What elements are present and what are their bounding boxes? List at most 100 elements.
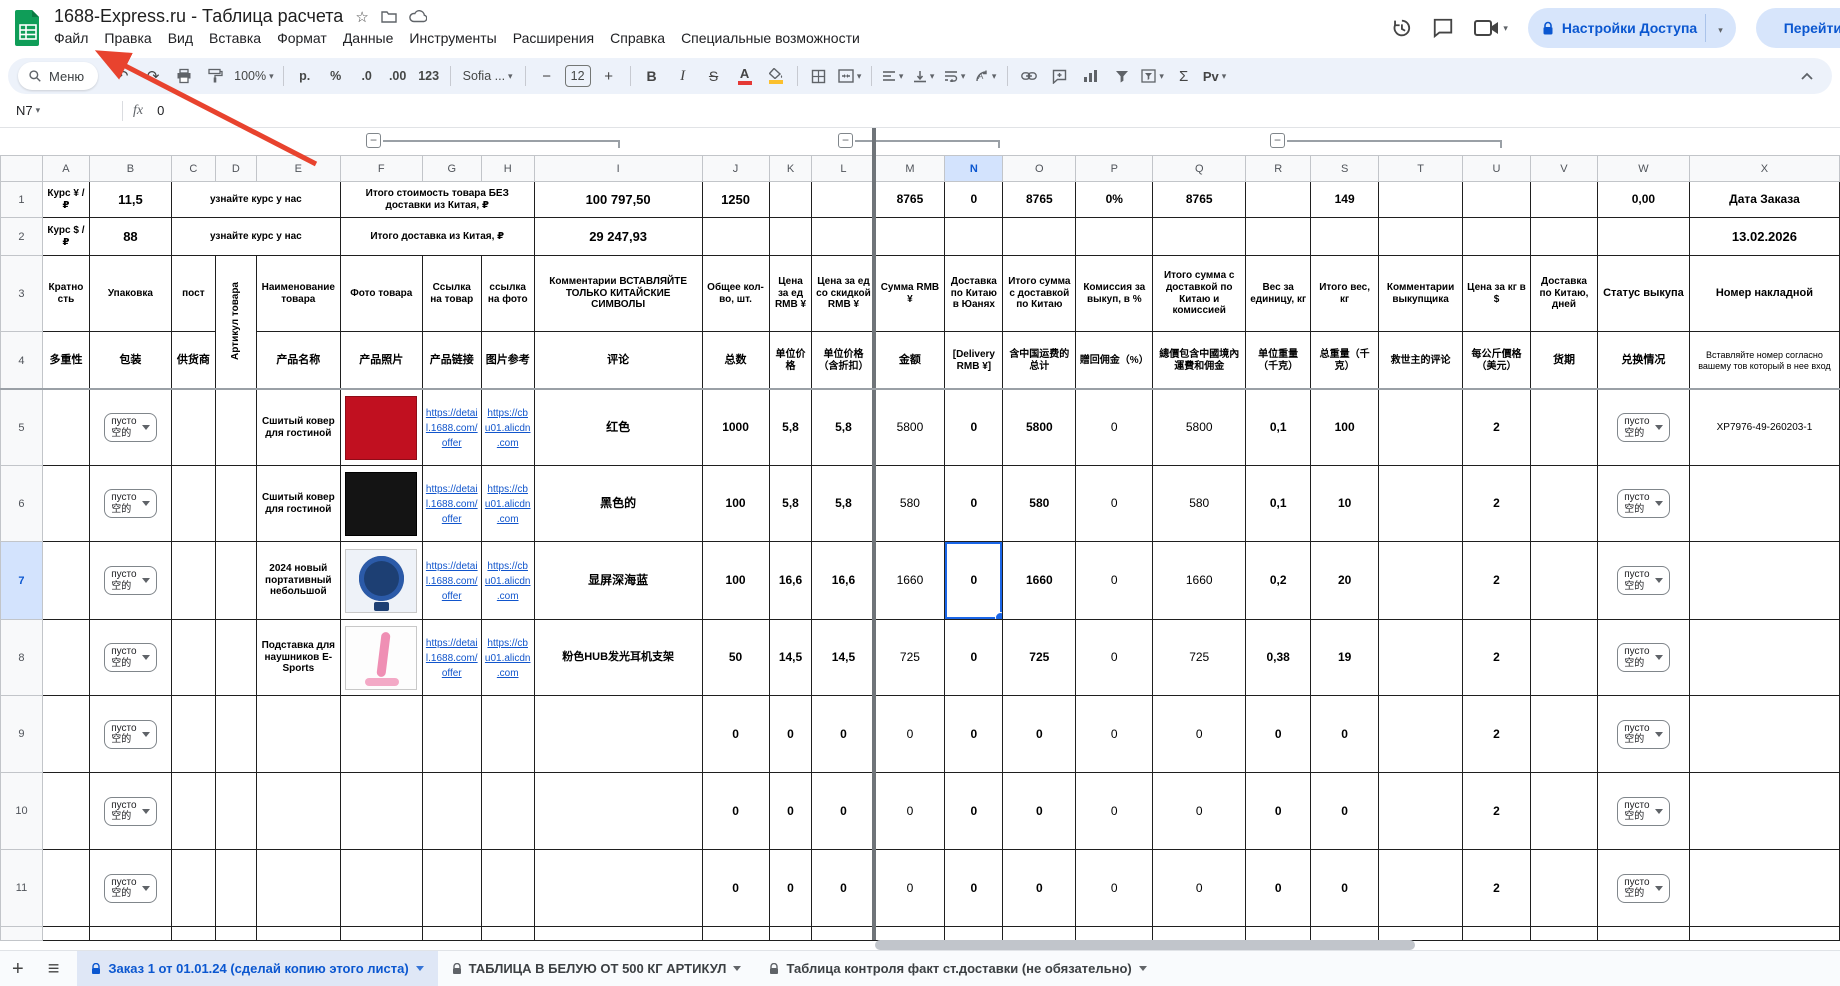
cell-F9[interactable] [339, 695, 423, 773]
cell-K4[interactable]: 单位价格 [768, 331, 813, 390]
cell-W1[interactable]: 0,00 [1596, 181, 1690, 218]
add-sheet-button[interactable]: + [0, 959, 36, 979]
row-header-8[interactable]: 8 [0, 619, 43, 696]
cell-B6[interactable]: пусто 空的 [88, 465, 172, 542]
cell-A12[interactable] [41, 926, 90, 941]
cell-C12[interactable] [170, 926, 216, 941]
empty-status-dropdown[interactable]: пусто 空的 [1617, 719, 1670, 749]
cell-G12[interactable] [421, 926, 482, 941]
cell-A4[interactable]: 多重性 [41, 331, 90, 390]
insert-comment-button[interactable] [1045, 63, 1075, 89]
cell-C11[interactable] [170, 849, 216, 927]
cell-X2[interactable]: 13.02.2026 [1688, 217, 1840, 256]
fill-color-button[interactable] [761, 63, 791, 89]
cell-M12[interactable] [874, 926, 946, 941]
empty-status-dropdown[interactable]: пусто 空的 [104, 643, 157, 672]
cell-M10[interactable]: 0 [874, 772, 946, 850]
cell-N6[interactable]: 0 [944, 465, 1004, 542]
cell-J11[interactable]: 0 [701, 849, 770, 927]
cell-T7[interactable] [1378, 541, 1464, 620]
url-link[interactable]: https://detail.1688.com/offer [426, 408, 478, 449]
cell-L6[interactable]: 5,8 [811, 465, 876, 542]
cell-I1[interactable]: 100 797,50 [533, 181, 703, 218]
cell-U5[interactable]: 2 [1462, 389, 1531, 466]
row-header-12[interactable] [0, 926, 43, 941]
row-header-10[interactable]: 10 [0, 772, 43, 850]
cell-N3[interactable]: Доставка по Китаю в Юанях [944, 255, 1004, 332]
text-color-button[interactable]: A [730, 63, 760, 89]
cell-H9[interactable] [480, 695, 535, 773]
empty-status-dropdown[interactable]: пусто 空的 [104, 489, 157, 518]
cell-E8[interactable]: Подставка для наушников E-Sports [255, 619, 341, 696]
cell-Q1[interactable]: 8765 [1152, 181, 1247, 218]
cell-H7[interactable]: https://cbu01.alicdn.com [480, 541, 535, 620]
cell-K11[interactable]: 0 [768, 849, 813, 927]
empty-status-dropdown[interactable]: пусто 空的 [1617, 413, 1670, 442]
empty-status-dropdown[interactable]: пусто 空的 [1617, 489, 1670, 518]
star-icon[interactable]: ☆ [355, 8, 368, 26]
version-history-icon[interactable] [1390, 17, 1412, 39]
cell-F10[interactable] [339, 772, 423, 850]
cell-U10[interactable]: 2 [1462, 772, 1531, 850]
cell-B8[interactable]: пусто 空的 [88, 619, 172, 696]
cell-O8[interactable]: 725 [1002, 619, 1077, 696]
cell-Q3[interactable]: Итого сумма с доставкой по Китаю и комис… [1152, 255, 1247, 332]
cell-K7[interactable]: 16,6 [768, 541, 813, 620]
cell-R9[interactable]: 0 [1245, 695, 1312, 773]
cell-X8[interactable] [1688, 619, 1840, 696]
cell-F8[interactable] [339, 619, 423, 696]
cell-Q12[interactable] [1152, 926, 1247, 941]
row-header-3[interactable]: 3 [0, 255, 43, 332]
cell-R1[interactable] [1245, 181, 1312, 218]
cell-Q7[interactable]: 1660 [1152, 541, 1247, 620]
row-header-11[interactable]: 11 [0, 849, 43, 927]
sheet-tab-1[interactable]: ТАБЛИЦА В БЕЛУЮ ОТ 500 КГ АРТИКУЛ [438, 951, 756, 986]
cell-W11[interactable]: пусто 空的 [1596, 849, 1690, 927]
cell-H5[interactable]: https://cbu01.alicdn.com [480, 389, 535, 466]
cell-N9[interactable]: 0 [944, 695, 1004, 773]
cell-R2[interactable] [1245, 217, 1312, 256]
cell-B3[interactable]: Упаковка [88, 255, 172, 332]
cell-N2[interactable] [944, 217, 1004, 256]
cell-Q5[interactable]: 5800 [1152, 389, 1247, 466]
cell-B9[interactable]: пусто 空的 [88, 695, 172, 773]
col-header-M[interactable]: M [874, 155, 946, 182]
cell-V10[interactable] [1529, 772, 1598, 850]
cell-M5[interactable]: 5800 [874, 389, 946, 466]
col-header-E[interactable]: E [255, 155, 341, 182]
cell-O11[interactable]: 0 [1002, 849, 1077, 927]
url-link[interactable]: https://cbu01.alicdn.com [485, 484, 531, 525]
cell-H8[interactable]: https://cbu01.alicdn.com [480, 619, 535, 696]
row-header-6[interactable]: 6 [0, 465, 43, 542]
cell-J3[interactable]: Общее кол-во, шт. [701, 255, 770, 332]
cell-M6[interactable]: 580 [874, 465, 946, 542]
menu-extensions[interactable]: Расширения [505, 28, 602, 48]
col-header-S[interactable]: S [1310, 155, 1380, 182]
cell-B11[interactable]: пусто 空的 [88, 849, 172, 927]
col-header-G[interactable]: G [421, 155, 482, 182]
cell-G6[interactable]: https://detail.1688.com/offer [421, 465, 482, 542]
empty-status-dropdown[interactable]: пусто 空的 [1617, 643, 1670, 672]
cell-M8[interactable]: 725 [874, 619, 946, 696]
cell-O6[interactable]: 580 [1002, 465, 1077, 542]
cell-R8[interactable]: 0,38 [1245, 619, 1312, 696]
cell-N7[interactable]: 0 [944, 541, 1004, 620]
menu-accessibility[interactable]: Специальные возможности [673, 28, 868, 48]
sheets-logo-icon[interactable] [14, 9, 42, 52]
col-header-O[interactable]: O [1002, 155, 1077, 182]
menu-insert[interactable]: Вставка [201, 28, 269, 48]
cell-N4[interactable]: [Delivery RMB ¥] [944, 331, 1004, 390]
cell-J8[interactable]: 50 [701, 619, 770, 696]
menu-file[interactable]: Файл [46, 28, 96, 48]
cell-P2[interactable] [1075, 217, 1154, 256]
collapse-toolbar-button[interactable] [1792, 63, 1822, 89]
cell-N1[interactable]: 0 [944, 181, 1004, 218]
cell-Q10[interactable]: 0 [1152, 772, 1247, 850]
cell-R11[interactable]: 0 [1245, 849, 1312, 927]
cell-P4[interactable]: 贈回佣金（%） [1075, 331, 1154, 390]
merge-cells-button[interactable]: ▾ [835, 63, 865, 89]
col-header-P[interactable]: P [1075, 155, 1154, 182]
cell-I12[interactable] [533, 926, 703, 941]
cell-G3[interactable]: Ссылка на товар [421, 255, 482, 332]
cell-P1[interactable]: 0% [1075, 181, 1154, 218]
